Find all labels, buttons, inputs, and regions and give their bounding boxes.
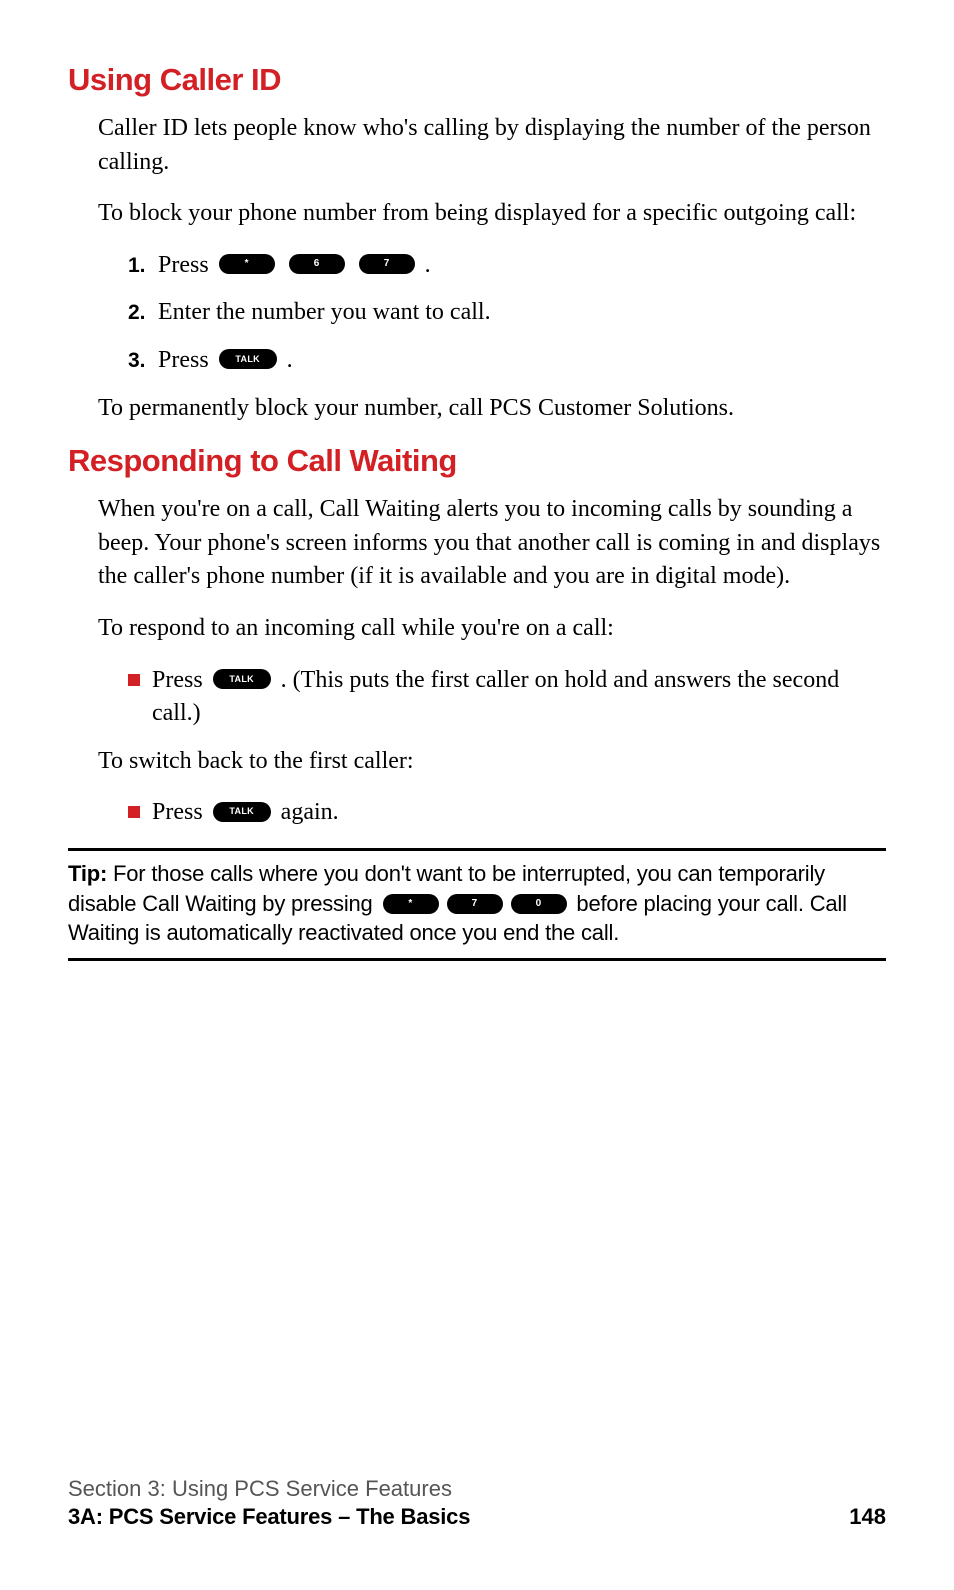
step-3: 3. Press TALK . (68, 344, 886, 378)
caller-id-block-intro: To block your phone number from being di… (68, 197, 886, 231)
page: Using Caller ID Caller ID lets people kn… (0, 0, 954, 1590)
key-7-icon: 7 (447, 894, 503, 914)
step-3-text-a: Press (158, 347, 209, 373)
key-talk-icon: TALK (213, 802, 271, 822)
bullet-square-icon (128, 806, 140, 818)
key-star-icon: * (219, 254, 275, 274)
caller-id-permanent-block: To permanently block your number, call P… (68, 392, 886, 426)
bullet-switch: Press TALK again. (68, 796, 886, 830)
step-3-number: 3. (128, 346, 154, 375)
bullet-switch-text-b: again. (281, 799, 339, 825)
heading-using-caller-id: Using Caller ID (68, 62, 886, 98)
key-6-icon: 6 (289, 254, 345, 274)
key-star-icon: * (383, 894, 439, 914)
content-area: Using Caller ID Caller ID lets people kn… (68, 62, 886, 961)
tip-box: Tip: For those calls where you don't wan… (68, 848, 886, 961)
bullet-switch-text-a: Press (152, 799, 203, 825)
footer-subsection-label: 3A: PCS Service Features – The Basics (68, 1504, 470, 1530)
page-number: 148 (849, 1504, 886, 1530)
page-footer: Section 3: Using PCS Service Features 3A… (68, 1476, 886, 1530)
step-1-text-b: . (425, 252, 431, 278)
heading-call-waiting: Responding to Call Waiting (68, 443, 886, 479)
step-2-number: 2. (128, 298, 154, 327)
key-talk-icon: TALK (213, 669, 271, 689)
tip-label: Tip: (68, 861, 107, 886)
call-waiting-switch-intro: To switch back to the first caller: (68, 745, 886, 779)
call-waiting-respond-intro: To respond to an incoming call while you… (68, 612, 886, 646)
step-1-number: 1. (128, 251, 154, 280)
caller-id-intro: Caller ID lets people know who's calling… (68, 112, 886, 179)
key-0-icon: 0 (511, 894, 567, 914)
bullet-respond: Press TALK . (This puts the first caller… (68, 664, 886, 731)
step-1: 1. Press * 6 7 . (68, 249, 886, 283)
call-waiting-intro: When you're on a call, Call Waiting aler… (68, 493, 886, 594)
step-1-text-a: Press (158, 252, 209, 278)
step-3-text-b: . (287, 347, 293, 373)
bullet-square-icon (128, 674, 140, 686)
bullet-respond-text-a: Press (152, 667, 203, 693)
key-7-icon: 7 (359, 254, 415, 274)
step-2-text: Enter the number you want to call. (158, 296, 491, 330)
footer-section-label: Section 3: Using PCS Service Features (68, 1476, 886, 1502)
step-2: 2. Enter the number you want to call. (68, 296, 886, 330)
key-talk-icon: TALK (219, 349, 277, 369)
